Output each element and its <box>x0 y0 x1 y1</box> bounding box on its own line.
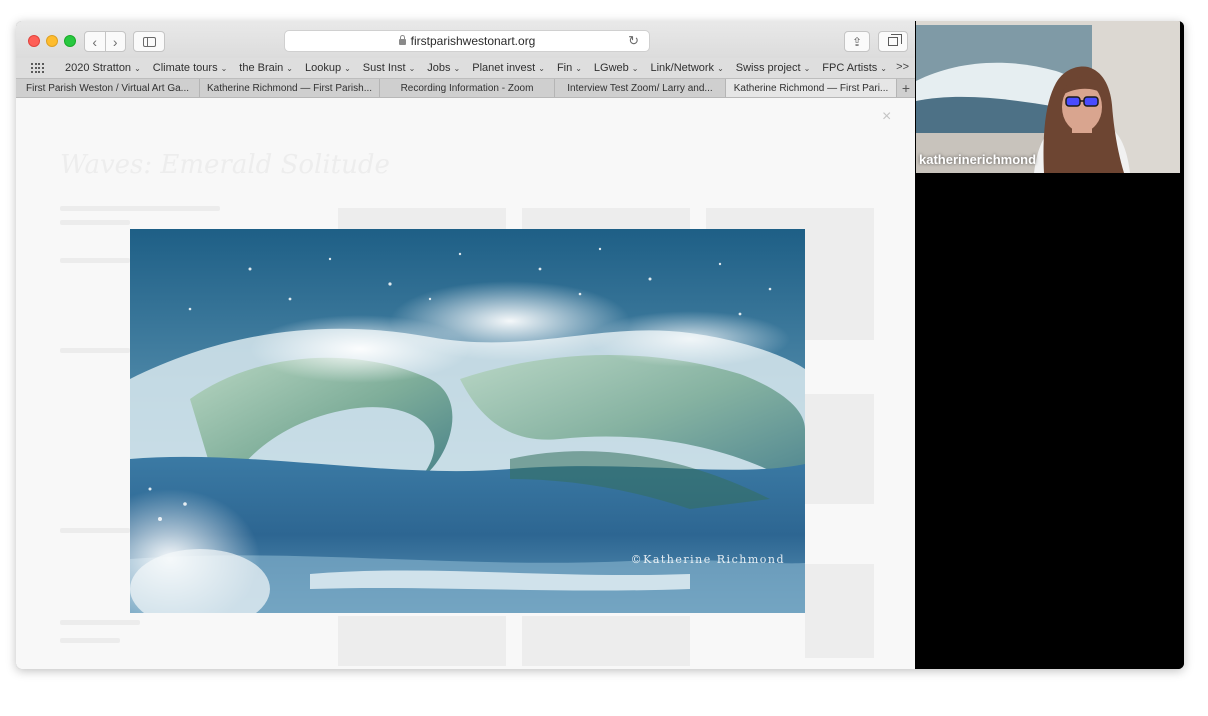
faded-text-line <box>60 528 130 533</box>
chevron-down-icon: ⌄ <box>453 64 461 73</box>
gallery-thumbnail[interactable] <box>522 616 690 666</box>
safari-window: ‹ › firstparishwestonart.org ↻ ⇪ 2020 St… <box>16 21 915 669</box>
browser-tab[interactable]: Recording Information - Zoom <box>380 79 555 97</box>
lock-icon <box>398 35 406 45</box>
bookmark-folder[interactable]: Lookup ⌄ <box>305 62 351 74</box>
address-bar[interactable]: firstparishwestonart.org ↻ <box>284 30 650 52</box>
share-icon: ⇪ <box>851 34 863 49</box>
photo-copyright: ©Katherine Richmond <box>630 553 785 566</box>
faded-text-line <box>60 206 220 211</box>
chevron-down-icon: ⌄ <box>286 64 293 73</box>
chevron-down-icon: ⌄ <box>717 64 724 73</box>
chevron-down-icon: ⌄ <box>538 64 545 73</box>
participant-video[interactable]: katherinerichmond <box>916 21 1180 173</box>
chevron-down-icon: ⌄ <box>631 64 639 73</box>
zoom-participant-panel: katherinerichmond <box>915 21 1184 669</box>
participant-name: katherinerichmond <box>919 152 1037 167</box>
forward-button[interactable]: › <box>106 32 126 51</box>
chevron-down-icon: ⌄ <box>880 64 887 73</box>
fullscreen-window-button[interactable] <box>64 35 76 47</box>
sidebar-icon <box>142 36 156 47</box>
gallery-thumbnail[interactable] <box>522 208 690 230</box>
url-text: firstparishwestonart.org <box>410 34 536 48</box>
share-button[interactable]: ⇪ <box>844 31 870 52</box>
top-sites-grid-icon[interactable] <box>31 63 45 73</box>
chevron-down-icon: ⌄ <box>575 64 582 73</box>
bookmark-folder[interactable]: Fin ⌄ <box>557 62 582 74</box>
new-tab-button[interactable]: + <box>897 79 915 97</box>
bookmark-folder[interactable]: Link/Network ⌄ <box>650 62 723 74</box>
more-bookmarks-button[interactable]: >> <box>896 61 909 73</box>
tabs-overview-icon <box>888 34 902 46</box>
bookmark-folder[interactable]: FPC Artists ⌄ <box>822 62 887 74</box>
gallery-thumbnail[interactable] <box>805 564 874 658</box>
gallery-thumbnail[interactable] <box>338 616 506 666</box>
tab-bar: First Parish Weston / Virtual Art Ga... … <box>16 78 915 98</box>
bookmark-folder[interactable]: Sust Inst ⌄ <box>363 62 416 74</box>
faded-text-line <box>60 258 130 263</box>
minimize-window-button[interactable] <box>46 35 58 47</box>
bookmark-folder[interactable]: LGweb ⌄ <box>594 62 639 74</box>
bookmark-folder[interactable]: Climate tours ⌄ <box>153 62 228 74</box>
gallery-title-faded: Waves: Emerald Solitude <box>60 150 390 180</box>
chevron-down-icon: ⌄ <box>408 64 416 73</box>
back-button[interactable]: ‹ <box>85 32 106 51</box>
browser-tab[interactable]: Interview Test Zoom/ Larry and... <box>555 79 726 97</box>
browser-tab-active[interactable]: Katherine Richmond — First Pari... <box>726 79 897 97</box>
browser-tab[interactable]: Katherine Richmond — First Parish... <box>200 79 380 97</box>
reload-icon[interactable]: ↻ <box>628 33 639 49</box>
faded-text-line <box>60 620 140 625</box>
screen-frame: ‹ › firstparishwestonart.org ↻ ⇪ 2020 St… <box>16 21 1184 669</box>
gallery-thumbnail[interactable] <box>805 394 874 504</box>
gallery-thumbnail[interactable] <box>338 208 506 230</box>
faded-text-line <box>60 220 130 225</box>
bookmark-folder[interactable]: Jobs ⌄ <box>427 62 460 74</box>
faded-text-line <box>60 638 120 643</box>
chevron-down-icon: ⌄ <box>220 64 228 73</box>
bookmark-folder[interactable]: Planet invest ⌄ <box>472 62 545 74</box>
chevron-down-icon: ⌄ <box>344 64 351 73</box>
sidebar-toggle-button[interactable] <box>133 31 165 52</box>
bookmark-folder[interactable]: the Brain ⌄ <box>239 62 293 74</box>
bookmarks-bar: 2020 Stratton ⌄ Climate tours ⌄ the Brain ⌄… <box>16 58 915 78</box>
bookmark-folder[interactable]: 2020 Stratton ⌄ <box>65 62 141 74</box>
chevron-down-icon: ⌄ <box>803 64 811 73</box>
browser-toolbar: ‹ › firstparishwestonart.org ↻ ⇪ <box>16 21 915 58</box>
participant-video-frame <box>916 21 1180 173</box>
browser-tab[interactable]: First Parish Weston / Virtual Art Ga... <box>16 79 200 97</box>
webpage-content: × Waves: Emerald Solitude ©Katherine Ric… <box>16 98 915 669</box>
faded-text-line <box>60 348 130 353</box>
navigation-buttons: ‹ › <box>84 31 126 52</box>
chevron-down-icon: ⌄ <box>134 64 141 73</box>
show-tabs-button[interactable] <box>878 31 908 52</box>
close-lightbox-icon[interactable]: × <box>882 108 891 126</box>
bookmark-folder[interactable]: Swiss project ⌄ <box>736 62 811 74</box>
wave-photo-lightbox[interactable]: ©Katherine Richmond <box>130 229 805 613</box>
close-window-button[interactable] <box>28 35 40 47</box>
